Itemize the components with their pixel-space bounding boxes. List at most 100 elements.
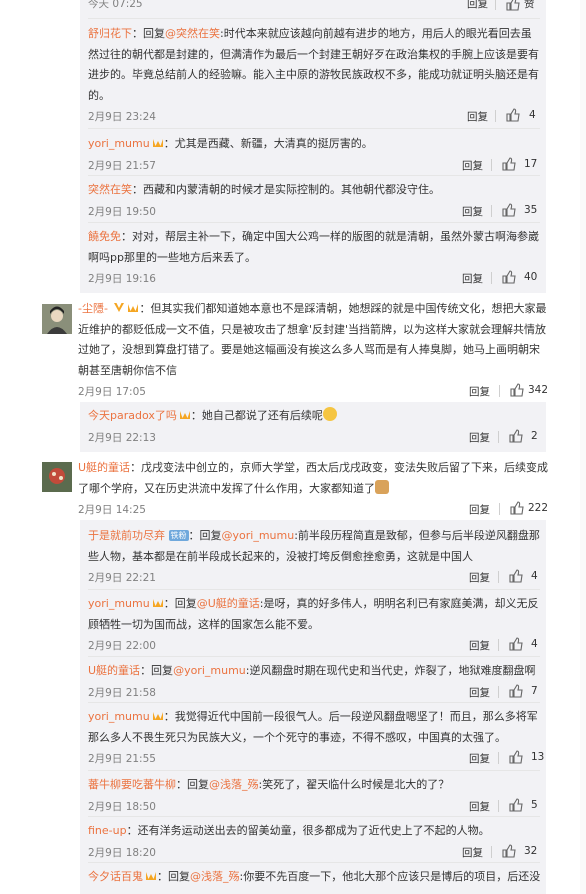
- comment-time: 2月9日 19:16: [88, 273, 156, 285]
- divider: [491, 272, 492, 284]
- comment-time: 2月9日 14:25: [78, 504, 146, 516]
- divider: [491, 158, 492, 171]
- like-count: 35: [524, 203, 538, 216]
- divider: [88, 589, 540, 590]
- divider: [495, 110, 496, 122]
- reply-button[interactable]: 回复: [462, 204, 483, 219]
- username-link[interactable]: 舒归花下: [88, 27, 132, 40]
- comment-text: :你要不先百度一下，他北大那个应该只是博后的项目，后还没: [239, 870, 541, 883]
- list-item: yori_mumu ：尤其是西藏、新疆，大清真的挺厉害的。 2月9日 21:57 …: [88, 134, 540, 175]
- divider: [498, 799, 499, 812]
- reply-prefix: ：回复: [132, 27, 165, 40]
- username-link[interactable]: yori_mumu: [88, 597, 150, 610]
- thumbs-up-icon[interactable]: [509, 569, 523, 583]
- reply-prefix: ：回复: [176, 778, 209, 791]
- comment-time: 2月9日 19:50: [88, 205, 156, 218]
- username-link[interactable]: yori_mumu: [88, 137, 150, 150]
- reply-prefix: ：回复: [140, 664, 174, 677]
- divider: [88, 656, 540, 657]
- username-link[interactable]: 突然在笑: [88, 183, 132, 196]
- thumbs-up-icon[interactable]: [510, 501, 524, 515]
- like-count: 32: [524, 844, 538, 857]
- list-item: 今天 07:25 回复 赞: [88, 0, 540, 20]
- like-count: 4: [529, 109, 536, 121]
- thumbs-up-icon[interactable]: [509, 428, 523, 443]
- avatar[interactable]: [42, 462, 72, 492]
- divider: [88, 770, 540, 771]
- like-count: 17: [524, 157, 538, 170]
- avatar[interactable]: [42, 304, 72, 334]
- reply-button[interactable]: 回复: [469, 384, 490, 399]
- reply-button[interactable]: 回复: [462, 271, 483, 286]
- comment-panel: 今天 07:25 回复 赞 舒归花下：回复@突然在笑:时代本来就应该越向前越有进…: [0, 0, 586, 894]
- comment-time: 今天 07:25: [88, 0, 143, 10]
- thumbs-up-icon[interactable]: [509, 683, 523, 698]
- reply-button[interactable]: 回复: [469, 502, 490, 517]
- thumbs-up-icon[interactable]: [510, 383, 524, 397]
- reply-button[interactable]: 回复: [469, 685, 490, 700]
- reply-button[interactable]: 回复: [469, 430, 490, 445]
- divider: [88, 128, 540, 129]
- divider: [491, 204, 492, 217]
- list-item: 今天paradox了吗 ：她自己都说了还有后续呢 2月9日 22:13 回复 2: [88, 406, 540, 447]
- username-link[interactable]: 今天paradox了吗: [88, 409, 177, 422]
- username-link[interactable]: 今夕话百鬼: [88, 870, 143, 883]
- comment-text: ：还有洋务运动送出去的留美幼童，很多都成为了近代史上了不起的人物。: [126, 824, 490, 837]
- comment-time: 2月9日 21:57: [88, 159, 156, 172]
- username-link[interactable]: U艇的童话: [78, 461, 130, 474]
- reply-button[interactable]: 回复: [462, 158, 483, 173]
- thumbs-up-icon[interactable]: [506, 108, 520, 122]
- comment-time: 2月9日 21:55: [88, 753, 156, 765]
- thumbs-up-icon[interactable]: [506, 0, 520, 11]
- vip-badge-icon: [179, 411, 190, 419]
- thumbs-up-icon[interactable]: [502, 843, 516, 858]
- like-count: 40: [524, 271, 538, 283]
- list-item: 于是就前功尽弃 铁粉 ：回复@yori_mumu:前半段历程简直是致郁，但参与后半…: [88, 526, 540, 587]
- thumbs-up-icon[interactable]: [509, 637, 523, 651]
- thumbs-up-icon[interactable]: [502, 156, 516, 171]
- like-count: 2: [531, 429, 538, 442]
- like-count: 赞: [524, 0, 535, 10]
- mention-link[interactable]: @yori_mumu: [173, 664, 246, 677]
- list-item: 蕃牛柳要吃蕃牛柳：回复@浅落_殇:笑死了，翟天临什么时候是北大的了？ 2月9日 …: [88, 775, 540, 816]
- reply-button[interactable]: 回复: [469, 799, 490, 814]
- username-link[interactable]: yori_mumu: [88, 710, 150, 723]
- divider: [498, 639, 499, 651]
- cat-emoji-icon: [375, 479, 389, 494]
- divider: [499, 385, 500, 397]
- mention-link[interactable]: @U艇的童话: [197, 597, 260, 610]
- reply-button[interactable]: 回复: [469, 638, 490, 653]
- mention-link[interactable]: @浅落_殇: [190, 870, 240, 883]
- comment-text: ：西藏和内蒙清朝的时候才是实际控制的。其他朝代都没守住。: [132, 183, 440, 196]
- mention-link[interactable]: @yori_mumu: [222, 529, 295, 542]
- like-count: 13: [531, 751, 545, 763]
- reply-button[interactable]: 回复: [467, 109, 488, 124]
- thumbs-up-icon[interactable]: [509, 797, 523, 812]
- vip-badge-icon: [146, 872, 156, 880]
- username-link[interactable]: -尘隱-: [78, 302, 108, 315]
- username-link[interactable]: U艇的童话: [88, 664, 140, 677]
- scrollbar[interactable]: [580, 0, 586, 894]
- mention-link[interactable]: @突然在笑: [165, 27, 220, 40]
- thumbs-up-icon[interactable]: [509, 750, 523, 764]
- list-item: 今夕话百鬼 ：回复@浅落_殇:你要不先百度一下，他北大那个应该只是博后的项目，后还…: [88, 867, 540, 888]
- list-item: 突然在笑：西藏和内蒙清朝的时候才是实际控制的。其他朝代都没守住。 2月9日 19…: [88, 180, 540, 221]
- comment-text: ：尤其是西藏、新疆，大清真的挺厉害的。: [163, 137, 373, 150]
- username-link[interactable]: 饒免免: [88, 230, 121, 243]
- vip-badge-icon: [152, 599, 163, 607]
- reply-button[interactable]: 回复: [469, 751, 490, 766]
- comment-time: 2月9日 22:13: [88, 431, 156, 444]
- thumbs-up-icon[interactable]: [502, 202, 516, 217]
- comment-text: ：对对，帮层主补一下，确定中国大公鸡一样的版图的就是清朝，虽然外蒙古啊海参崴啊吗…: [88, 230, 539, 264]
- username-link[interactable]: fine-up: [88, 824, 127, 837]
- divider: [88, 702, 540, 703]
- list-item: yori_mumu ：我觉得近代中国前一段很气人。后一段逆风翻盘嗯坚了！而且，那么…: [88, 707, 544, 768]
- username-link[interactable]: 于是就前功尽弃: [88, 529, 165, 542]
- reply-button[interactable]: 回复: [469, 570, 490, 585]
- reply-button[interactable]: 回复: [467, 0, 488, 11]
- divider: [88, 862, 540, 863]
- mention-link[interactable]: @浅落_殇: [209, 778, 259, 791]
- username-link[interactable]: 蕃牛柳要吃蕃牛柳: [88, 778, 176, 791]
- reply-button[interactable]: 回复: [462, 845, 483, 860]
- thumbs-up-icon[interactable]: [502, 270, 516, 284]
